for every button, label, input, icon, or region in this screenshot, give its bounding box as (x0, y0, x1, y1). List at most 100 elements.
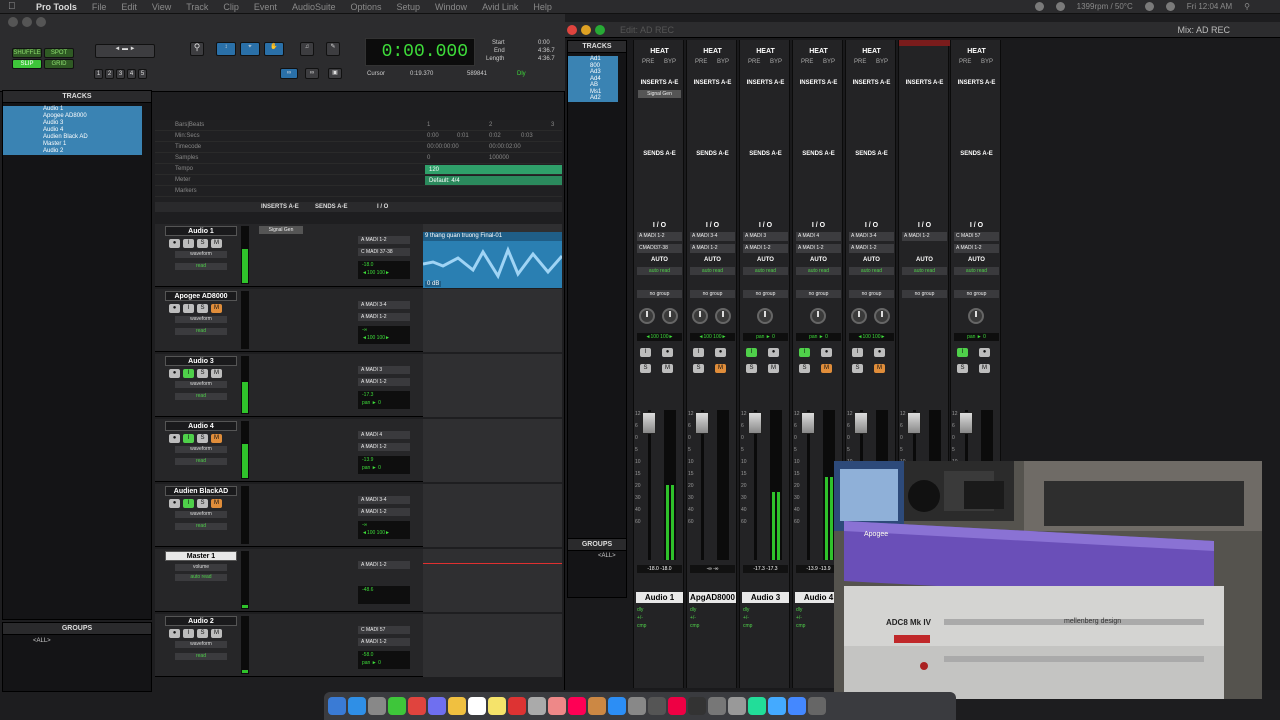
search-icon[interactable]: ⚲ (1244, 2, 1250, 11)
dock-icon[interactable] (768, 697, 786, 715)
dock-icon[interactable] (648, 697, 666, 715)
ruler-tempo[interactable]: Tempo 120 (155, 164, 562, 175)
track-input-selector[interactable]: A MADI 1-2 (358, 236, 410, 244)
automation-mode-selector[interactable]: read (175, 653, 227, 660)
automation-mode-selector[interactable]: read (175, 458, 227, 465)
status-icon[interactable] (1034, 2, 1044, 11)
pan-knob-right[interactable] (715, 308, 731, 324)
track-input-selector[interactable]: A MADI 1-2 (358, 561, 410, 569)
input-monitor-button[interactable]: I (183, 304, 194, 313)
automation-mode-selector[interactable]: auto read (175, 574, 227, 581)
track-output-selector[interactable]: A MADI 1-2 (358, 378, 410, 386)
ruler-markers[interactable]: Markers (155, 186, 562, 197)
dock-icon[interactable] (668, 697, 686, 715)
record-button[interactable]: ● (169, 629, 180, 638)
track-view-selector[interactable]: waveform (175, 511, 227, 518)
dock-icon[interactable] (568, 697, 586, 715)
volume-readout[interactable]: -18.0 -18.0 (637, 565, 682, 573)
apple-icon[interactable]:  (8, 1, 16, 12)
mute-button[interactable]: M (211, 239, 222, 248)
dock-icon[interactable] (548, 697, 566, 715)
track-output-selector[interactable]: C MADI 37-38 (358, 248, 410, 256)
ruler-samples[interactable]: Samples 0 100000 (155, 153, 562, 164)
record-button[interactable]: ● (169, 499, 180, 508)
mute-button[interactable]: M (211, 369, 222, 378)
track-list-item[interactable]: Audio 2 (3, 148, 142, 155)
dock-icon[interactable] (428, 697, 446, 715)
shuffle-button[interactable]: SHUFFLE (12, 48, 42, 58)
status-icon[interactable] (1055, 2, 1065, 11)
menu-options[interactable]: Options (350, 2, 381, 12)
track-volume-readout[interactable]: -58.0 pan ► 0 (358, 651, 410, 669)
insert-slot[interactable]: Signal Gen (638, 90, 681, 98)
record-button[interactable]: ● (169, 304, 180, 313)
dock-icon[interactable] (688, 697, 706, 715)
solo-button[interactable]: S (799, 364, 810, 373)
input-monitor-button[interactable]: I (183, 239, 194, 248)
mute-button[interactable]: M (211, 434, 222, 443)
solo-button[interactable]: S (197, 304, 208, 313)
menu-setup[interactable]: Setup (397, 2, 421, 12)
strip-input-selector[interactable]: C MADI 57 (954, 232, 999, 241)
heat-pre-button[interactable]: PRE (695, 59, 707, 65)
pan-knob-right[interactable] (662, 308, 678, 324)
group-selector[interactable]: no group (954, 290, 999, 298)
solo-button[interactable]: S (852, 364, 863, 373)
pan-readout[interactable]: ◄100 100► (849, 333, 894, 341)
clock[interactable]: Fri 12:04 AM (1187, 2, 1232, 11)
track-playlist-lane[interactable]: 9 thang quan truong Final-01 0 dB (423, 224, 562, 288)
zoom-preset-2[interactable]: 2 (105, 69, 114, 79)
track-playlist-lane[interactable] (423, 289, 562, 352)
track-list-item[interactable]: Audio 1 (3, 106, 142, 113)
main-counter[interactable]: 0:00.000 (365, 38, 475, 66)
close-icon[interactable] (567, 25, 577, 35)
dock-icon[interactable] (528, 697, 546, 715)
record-button[interactable]: ● (169, 369, 180, 378)
record-button[interactable]: ● (874, 348, 885, 357)
menu-track[interactable]: Track (186, 2, 208, 12)
track-playlist-lane[interactable] (423, 614, 562, 677)
scrubber-tool-icon[interactable]: ♫ (300, 42, 314, 56)
input-monitor-button[interactable]: I (746, 348, 757, 357)
mute-button[interactable]: M (979, 364, 990, 373)
heat-bypass-button[interactable]: BYP (981, 59, 993, 65)
input-monitor-button[interactable]: I (183, 369, 194, 378)
fan-status[interactable]: 1399rpm / 50°C (1077, 2, 1133, 11)
group-selector[interactable]: no group (690, 290, 735, 298)
spot-button[interactable]: SPOT (44, 48, 74, 58)
automation-mode-selector[interactable]: auto read (796, 267, 841, 275)
strip-output-selector[interactable]: CMADI37-38 (637, 244, 682, 253)
heat-pre-button[interactable]: PRE (801, 59, 813, 65)
ruler-min-secs[interactable]: Min:Secs 0:00 0:01 0:02 0:03 (155, 131, 562, 142)
strip-input-selector[interactable]: A MADI 1-2 (902, 232, 947, 241)
input-monitor-button[interactable]: I (693, 348, 704, 357)
strip-input-selector[interactable]: A MADI 3-4 (690, 232, 735, 241)
slip-button[interactable]: SLIP (12, 59, 42, 69)
volume-fader[interactable] (854, 412, 868, 434)
menu-help[interactable]: Help (533, 2, 552, 12)
solo-button[interactable]: S (746, 364, 757, 373)
solo-button[interactable]: S (640, 364, 651, 373)
menu-app-name[interactable]: Pro Tools (36, 2, 77, 12)
pan-knob-left[interactable] (692, 308, 708, 324)
track-list-item[interactable]: Master 1 (3, 141, 142, 148)
group-all-item[interactable]: <ALL> (3, 635, 151, 644)
link-icon[interactable]: ▣ (328, 68, 342, 79)
mix-group-all-item[interactable]: <ALL> (568, 551, 626, 559)
menu-view[interactable]: View (152, 2, 171, 12)
track-name[interactable]: Audio 2 (165, 616, 237, 626)
menu-edit[interactable]: Edit (121, 2, 137, 12)
clip-gain[interactable]: 0 dB (425, 281, 442, 287)
menu-avid-link[interactable]: Avid Link (482, 2, 518, 12)
pencil-tool-icon[interactable]: ✎ (326, 42, 340, 56)
menu-event[interactable]: Event (254, 2, 277, 12)
volume-automation-line[interactable] (423, 563, 562, 564)
automation-mode-selector[interactable]: read (175, 328, 227, 335)
mute-button[interactable]: M (821, 364, 832, 373)
track-volume-readout[interactable]: -13.9 pan ► 0 (358, 456, 410, 474)
volume-readout[interactable]: -17.3 -17.3 (743, 565, 788, 573)
pan-readout[interactable]: ◄100 100► (637, 333, 682, 341)
heat-bypass-button[interactable]: BYP (664, 59, 676, 65)
ruler-meter[interactable]: Meter Default: 4/4 (155, 175, 562, 186)
group-selector[interactable]: no group (637, 290, 682, 298)
